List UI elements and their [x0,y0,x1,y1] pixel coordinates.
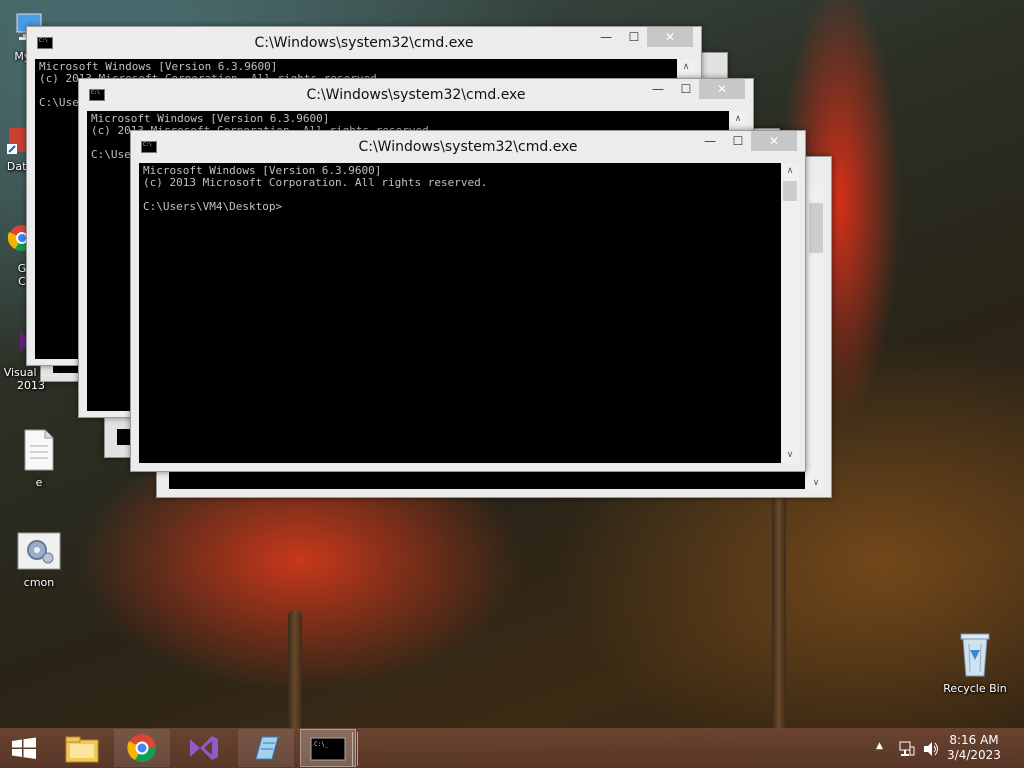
clock-time: 8:16 AM [949,733,999,747]
chrome-icon [127,734,156,762]
vertical-scrollbar[interactable]: ∧ ∨ [781,163,799,463]
scroll-up-icon[interactable]: ∧ [729,111,747,127]
minimize-button[interactable]: — [593,27,619,47]
desktop-icon-cmon[interactable]: cmon [0,532,78,589]
taskbar-visual-studio[interactable] [176,729,232,767]
cmd-icon: C:\_ [310,737,346,761]
notepad-icon [255,736,279,760]
taskbar-cmd[interactable]: C:\_ [300,729,356,767]
file-icon [23,428,55,472]
taskbar-file-explorer[interactable] [54,729,110,767]
start-button[interactable] [0,729,48,767]
settings-file-icon [17,532,61,572]
volume-icon[interactable] [922,740,940,758]
title-bar[interactable]: C:\Windows\system32\cmd.exe — ☐ ✕ [131,131,805,161]
system-tray: ▲ [868,728,948,768]
minimize-button[interactable]: — [645,79,671,99]
title-bar[interactable]: C:\Windows\system32\cmd.exe — ☐ ✕ [27,27,701,57]
scroll-up-icon[interactable]: ∧ [781,163,799,179]
close-button[interactable]: ✕ [751,131,797,151]
close-button[interactable]: ✕ [647,27,693,47]
title-bar[interactable]: C:\Windows\system32\cmd.exe — ☐ ✕ [79,79,753,109]
desktop-icon-recycle-bin[interactable]: Recycle Bin [936,630,1014,695]
visual-studio-icon [190,736,218,760]
network-icon[interactable] [898,740,916,758]
taskbar-notepad[interactable] [238,729,294,767]
clock-date: 3/4/2023 [947,748,1001,762]
maximize-button[interactable]: ☐ [725,131,751,151]
taskbar: C:\_ ▲ 8:16 AM 3/4/2023 [0,728,1024,768]
recycle-bin-icon [957,630,993,678]
show-hidden-icons-icon[interactable]: ▲ [876,741,883,751]
console-output[interactable]: Microsoft Windows [Version 6.3.9600] (c)… [139,163,781,463]
scroll-down-icon[interactable]: ∨ [781,447,799,463]
desktop-icon-e[interactable]: e [0,428,78,489]
minimize-button[interactable]: — [697,131,723,151]
file-explorer-icon [65,736,99,763]
wallpaper-stem-left [288,610,302,730]
desktop-icon-label: e [35,476,43,489]
maximize-button[interactable]: ☐ [621,27,647,47]
cmd-window-3[interactable]: C:\Windows\system32\cmd.exe — ☐ ✕ Micros… [130,130,806,472]
wallpaper-stem-right [772,490,786,730]
maximize-button[interactable]: ☐ [673,79,699,99]
scroll-up-icon[interactable]: ∧ [677,59,695,75]
desktop-icon-label: cmon [23,576,55,589]
windows-start-icon [12,737,36,759]
svg-text:C:\_: C:\_ [314,741,329,748]
scroll-thumb[interactable] [783,181,797,201]
taskbar-chrome[interactable] [114,729,170,767]
clock[interactable]: 8:16 AM 3/4/2023 [944,733,1004,763]
close-button[interactable]: ✕ [699,79,745,99]
desktop-icon-label: Recycle Bin [943,682,1007,695]
taskbar-stack-indicator [352,732,358,766]
